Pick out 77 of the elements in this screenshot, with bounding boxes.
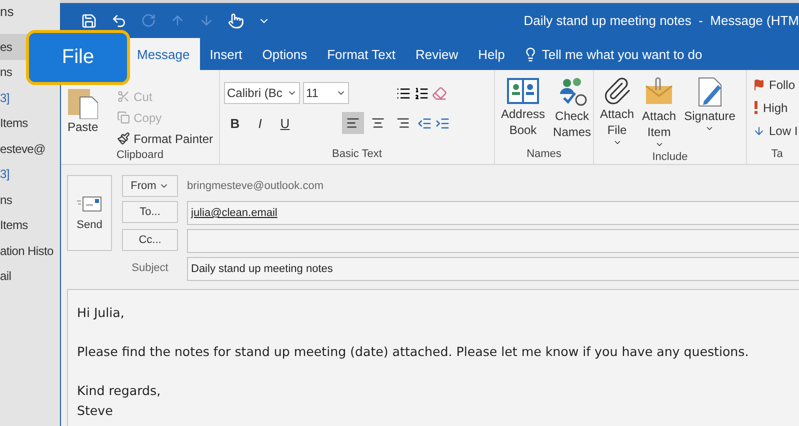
folder-item[interactable]: esteve@ (0, 142, 46, 156)
ribbon-button[interactable]: Attach Item (640, 74, 678, 151)
from-button[interactable]: From (122, 175, 178, 197)
file-tab[interactable]: File (26, 30, 130, 85)
format-button[interactable]: B (224, 112, 246, 134)
tell-me-search[interactable]: Tell me what you want to do (514, 38, 710, 70)
to-field[interactable]: julia@clean.email (187, 201, 799, 225)
body-text: Please find the notes for stand up meeting (date) attached. Please let me know if you have any questions. (77, 343, 750, 361)
font-field[interactable]: Calibri (Bc (224, 82, 300, 104)
folder-item[interactable]: 3] (0, 90, 10, 105)
body-text: Hi Julia, (77, 304, 126, 322)
format-button[interactable]: I (249, 112, 271, 134)
align-icon (396, 116, 410, 130)
paintbrush-icon (116, 132, 130, 145)
ribbon-button[interactable]: Address Book (499, 74, 548, 140)
folder-item[interactable]: es (0, 40, 12, 54)
align-icon (346, 116, 360, 130)
folder-item[interactable]: ns (0, 192, 12, 207)
tag-button[interactable]: High (751, 97, 799, 118)
address-book-icon (506, 76, 540, 106)
folder-item[interactable]: Items (0, 116, 28, 130)
send-button[interactable]: Send (67, 175, 112, 251)
ribbon-tab[interactable]: Message (127, 38, 200, 70)
scissors-icon (116, 90, 130, 103)
clipboard-button[interactable]: Format Painter (114, 128, 215, 149)
caret-icon (612, 138, 622, 147)
group-label: Ta (770, 148, 784, 162)
body-text: Steve (77, 402, 114, 420)
caret-icon (654, 140, 664, 149)
group-label: Names (526, 148, 562, 162)
paperclip-icon (602, 76, 632, 106)
to-button[interactable]: To... (122, 201, 178, 223)
tag-button[interactable]: Follo (751, 74, 799, 95)
outdent-icon[interactable] (417, 116, 432, 130)
tag-button[interactable]: Low I (751, 120, 799, 141)
group-label: Include (651, 151, 689, 164)
bullets-icon[interactable] (396, 86, 411, 100)
folder-item[interactable]: 3] (0, 167, 10, 182)
copy-icon (116, 111, 130, 124)
cc-button[interactable]: Cc... (122, 229, 178, 251)
ribbon-tab[interactable]: Format Text (317, 38, 406, 70)
from-address: bringmesteve@outlook.com (187, 179, 325, 194)
ribbon-button[interactable]: Signature (682, 74, 738, 135)
touch-icon[interactable] (228, 12, 244, 28)
ribbon-tab[interactable]: Insert (200, 38, 252, 70)
numbering-icon[interactable] (414, 86, 429, 100)
format-button[interactable]: U (274, 112, 296, 134)
ribbon-button[interactable]: Check Names (551, 74, 594, 142)
folder-item[interactable]: ail (0, 269, 12, 284)
align-button[interactable] (342, 112, 364, 134)
subject-field[interactable]: Daily stand up meeting notes (187, 257, 799, 281)
flag-icon (753, 78, 765, 90)
paste-button[interactable]: Paste (65, 87, 101, 137)
subject-label: Subject (130, 261, 170, 276)
align-icon (371, 116, 385, 130)
indent-icon[interactable] (435, 116, 450, 130)
envelope-icon (76, 195, 102, 213)
undo-icon[interactable] (111, 12, 127, 28)
ribbon-button[interactable]: Attach File (598, 74, 636, 149)
cc-field[interactable] (187, 229, 799, 253)
body-text: Kind regards, (77, 382, 162, 400)
ribbon-tab[interactable]: Options (252, 38, 318, 70)
window-title: Daily stand up meeting notes - Message (HTM (524, 13, 799, 28)
group-label: Clipboard (115, 149, 165, 163)
folder-item[interactable]: ns (0, 65, 12, 80)
caret-icon (705, 124, 714, 133)
paste-icon (68, 89, 98, 119)
font-size-field[interactable]: 11 (303, 82, 349, 104)
down-arrow-icon (753, 124, 765, 136)
group-label: Basic Text (331, 148, 383, 162)
save-icon[interactable] (81, 12, 97, 28)
folder-item[interactable]: Items (0, 218, 28, 232)
ribbon-tab[interactable]: Help (468, 38, 515, 70)
folder-item[interactable]: ation Histo (0, 244, 54, 258)
ribbon-tab[interactable]: Review (405, 38, 468, 70)
exclamation-icon (753, 101, 759, 114)
message-body[interactable]: Hi Julia, Please find the notes for stand up meeting (date) attached. Please let me know if you have any questions. Kind regards, Steve (67, 289, 799, 426)
